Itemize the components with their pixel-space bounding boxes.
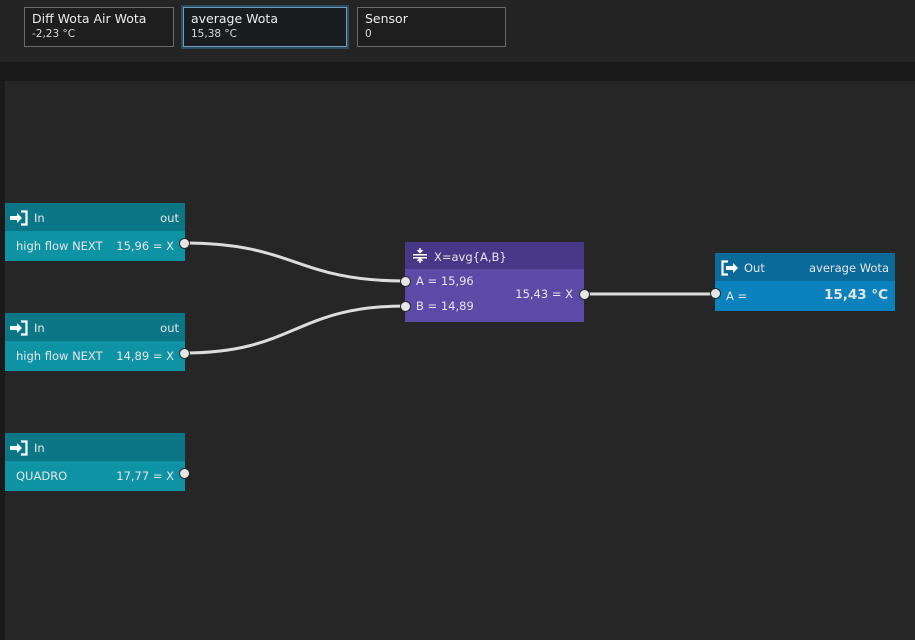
wire-input1-to-a[interactable] [183, 241, 406, 283]
input-port-a[interactable] [710, 288, 721, 299]
node-out-label: out [160, 211, 179, 225]
tile-value: 15,38 °C [191, 28, 237, 40]
tile-value: -2,23 °C [32, 28, 76, 40]
node-title: In [34, 211, 45, 225]
sensor-tile-sensor[interactable]: Sensor 0 [357, 7, 506, 47]
wire-input2-to-b[interactable] [183, 304, 406, 355]
node-body: high flow NEXT 14,89 = X [5, 341, 185, 371]
sign-out-icon [721, 260, 738, 276]
sensor-toolbar: Diff Wota Air Wota -2,23 °C average Wota… [0, 0, 915, 62]
tile-name: Diff Wota Air Wota [32, 11, 147, 26]
node-header[interactable]: Out average Wota [715, 253, 895, 281]
sensor-name: QUADRO [16, 469, 68, 483]
output-value: 15,43 °C [823, 287, 888, 303]
node-body: A = 15,96 B = 14,89 15,43 = X [405, 269, 584, 322]
node-title: In [34, 441, 45, 455]
tile-value: 0 [365, 28, 372, 40]
output-target-name: average Wota [808, 261, 889, 275]
output-port[interactable] [579, 289, 590, 300]
node-title: In [34, 321, 45, 335]
input-node-high-flow-next-1[interactable]: In out high flow NEXT 15,96 = X [5, 203, 190, 261]
node-title: Out [744, 261, 765, 275]
input-node-high-flow-next-2[interactable]: In out high flow NEXT 14,89 = X [5, 313, 190, 371]
sign-in-icon [10, 320, 28, 336]
node-header[interactable]: In out [5, 203, 185, 231]
node-body: A = 15,43 °C [715, 281, 895, 311]
sensor-name: high flow NEXT [16, 349, 103, 363]
output-port[interactable] [179, 468, 190, 479]
sensor-name: high flow NEXT [16, 239, 103, 253]
input-node-quadro[interactable]: In QUADRO 17,77 = X [5, 433, 190, 491]
average-function-node[interactable]: X=avg{A,B} A = 15,96 B = 14,89 15,43 = X [400, 242, 590, 322]
sensor-tile-diff-wota-air-wota[interactable]: Diff Wota Air Wota -2,23 °C [24, 7, 174, 47]
tile-name: Sensor [365, 11, 408, 26]
node-header[interactable]: In out [5, 313, 185, 341]
input-b-label: B = 14,89 [416, 299, 474, 313]
sensor-value: 14,89 = X [116, 349, 174, 363]
function-output-value: 15,43 = X [515, 287, 573, 301]
tile-name: average Wota [191, 11, 278, 26]
node-body: high flow NEXT 15,96 = X [5, 231, 185, 261]
input-port-a[interactable] [400, 276, 411, 287]
sign-in-icon [10, 210, 28, 226]
sign-in-icon [10, 440, 28, 456]
sensor-value: 15,96 = X [116, 239, 174, 253]
output-node-average-wota[interactable]: Out average Wota A = 15,43 °C [710, 253, 895, 311]
output-port[interactable] [179, 348, 190, 359]
node-body: QUADRO 17,77 = X [5, 461, 185, 491]
node-out-label: out [160, 321, 179, 335]
input-port-b[interactable] [400, 301, 411, 312]
function-title: X=avg{A,B} [434, 250, 507, 264]
input-a-label: A = 15,96 [416, 274, 474, 288]
output-port[interactable] [179, 238, 190, 249]
input-a-label: A = [726, 289, 748, 303]
node-header[interactable]: In [5, 433, 185, 461]
node-header[interactable]: X=avg{A,B} [405, 242, 584, 269]
sensor-value: 17,77 = X [116, 469, 174, 483]
average-icon [413, 248, 427, 263]
node-editor-canvas[interactable]: In out high flow NEXT 15,96 = X In out h… [5, 81, 915, 640]
sensor-tile-average-wota[interactable]: average Wota 15,38 °C [183, 7, 347, 47]
